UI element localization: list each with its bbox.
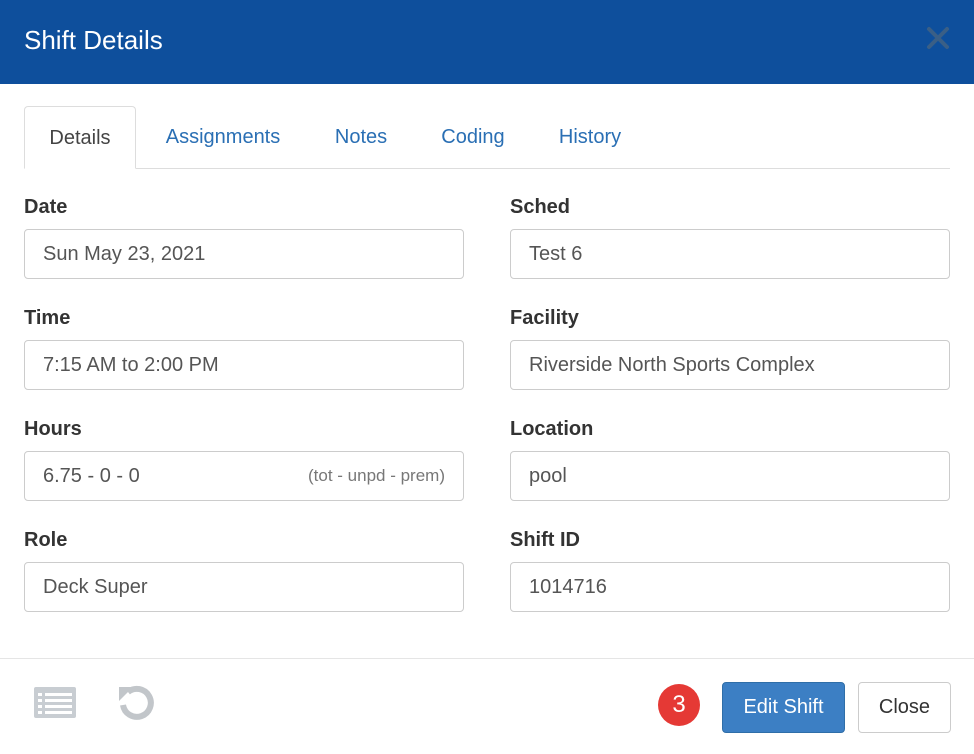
close-icon[interactable]: [924, 24, 952, 52]
tab-coding[interactable]: Coding: [422, 106, 524, 168]
sched-value: Test 6: [529, 243, 583, 265]
tab-notes[interactable]: Notes: [314, 106, 408, 168]
hours-value: 6.75 - 0 - 0: [43, 465, 140, 487]
edit-shift-button[interactable]: Edit Shift: [722, 682, 845, 733]
list-icon[interactable]: [33, 686, 77, 724]
sched-field[interactable]: Test 6: [510, 229, 950, 279]
hours-hint: (tot - unpd - prem): [308, 466, 445, 485]
date-field[interactable]: Sun May 23, 2021: [24, 229, 464, 279]
facility-value: Riverside North Sports Complex: [529, 354, 815, 376]
tab-details[interactable]: Details: [24, 106, 136, 169]
tab-bar: Details Assignments Notes Coding History: [24, 106, 950, 169]
undo-icon[interactable]: [116, 683, 156, 728]
tab-assignments[interactable]: Assignments: [140, 106, 306, 168]
shift-id-label: Shift ID: [510, 529, 580, 551]
time-field[interactable]: 7:15 AM to 2:00 PM: [24, 340, 464, 390]
location-field[interactable]: pool: [510, 451, 950, 501]
close-button[interactable]: Close: [858, 682, 951, 733]
shift-details-modal: Shift Details Details Assignments Notes …: [0, 0, 974, 754]
shift-id-value: 1014716: [529, 576, 607, 598]
modal-title: Shift Details: [24, 25, 163, 55]
notification-badge: 3: [658, 684, 700, 726]
location-label: Location: [510, 418, 594, 440]
time-value: 7:15 AM to 2:00 PM: [43, 354, 219, 376]
date-label: Date: [24, 196, 68, 218]
facility-field[interactable]: Riverside North Sports Complex: [510, 340, 950, 390]
role-field[interactable]: Deck Super: [24, 562, 464, 612]
hours-field[interactable]: 6.75 - 0 - 0 (tot - unpd - prem): [24, 451, 464, 501]
date-value: Sun May 23, 2021: [43, 243, 206, 265]
footer-divider: [0, 658, 974, 659]
sched-label: Sched: [510, 196, 571, 218]
shift-id-field[interactable]: 1014716: [510, 562, 950, 612]
hours-label: Hours: [24, 418, 82, 440]
time-label: Time: [24, 307, 71, 329]
location-value: pool: [529, 465, 567, 487]
role-label: Role: [24, 529, 68, 551]
tab-history[interactable]: History: [540, 106, 640, 168]
modal-header: Shift Details: [0, 0, 974, 84]
facility-label: Facility: [510, 307, 579, 329]
role-value: Deck Super: [43, 576, 148, 598]
